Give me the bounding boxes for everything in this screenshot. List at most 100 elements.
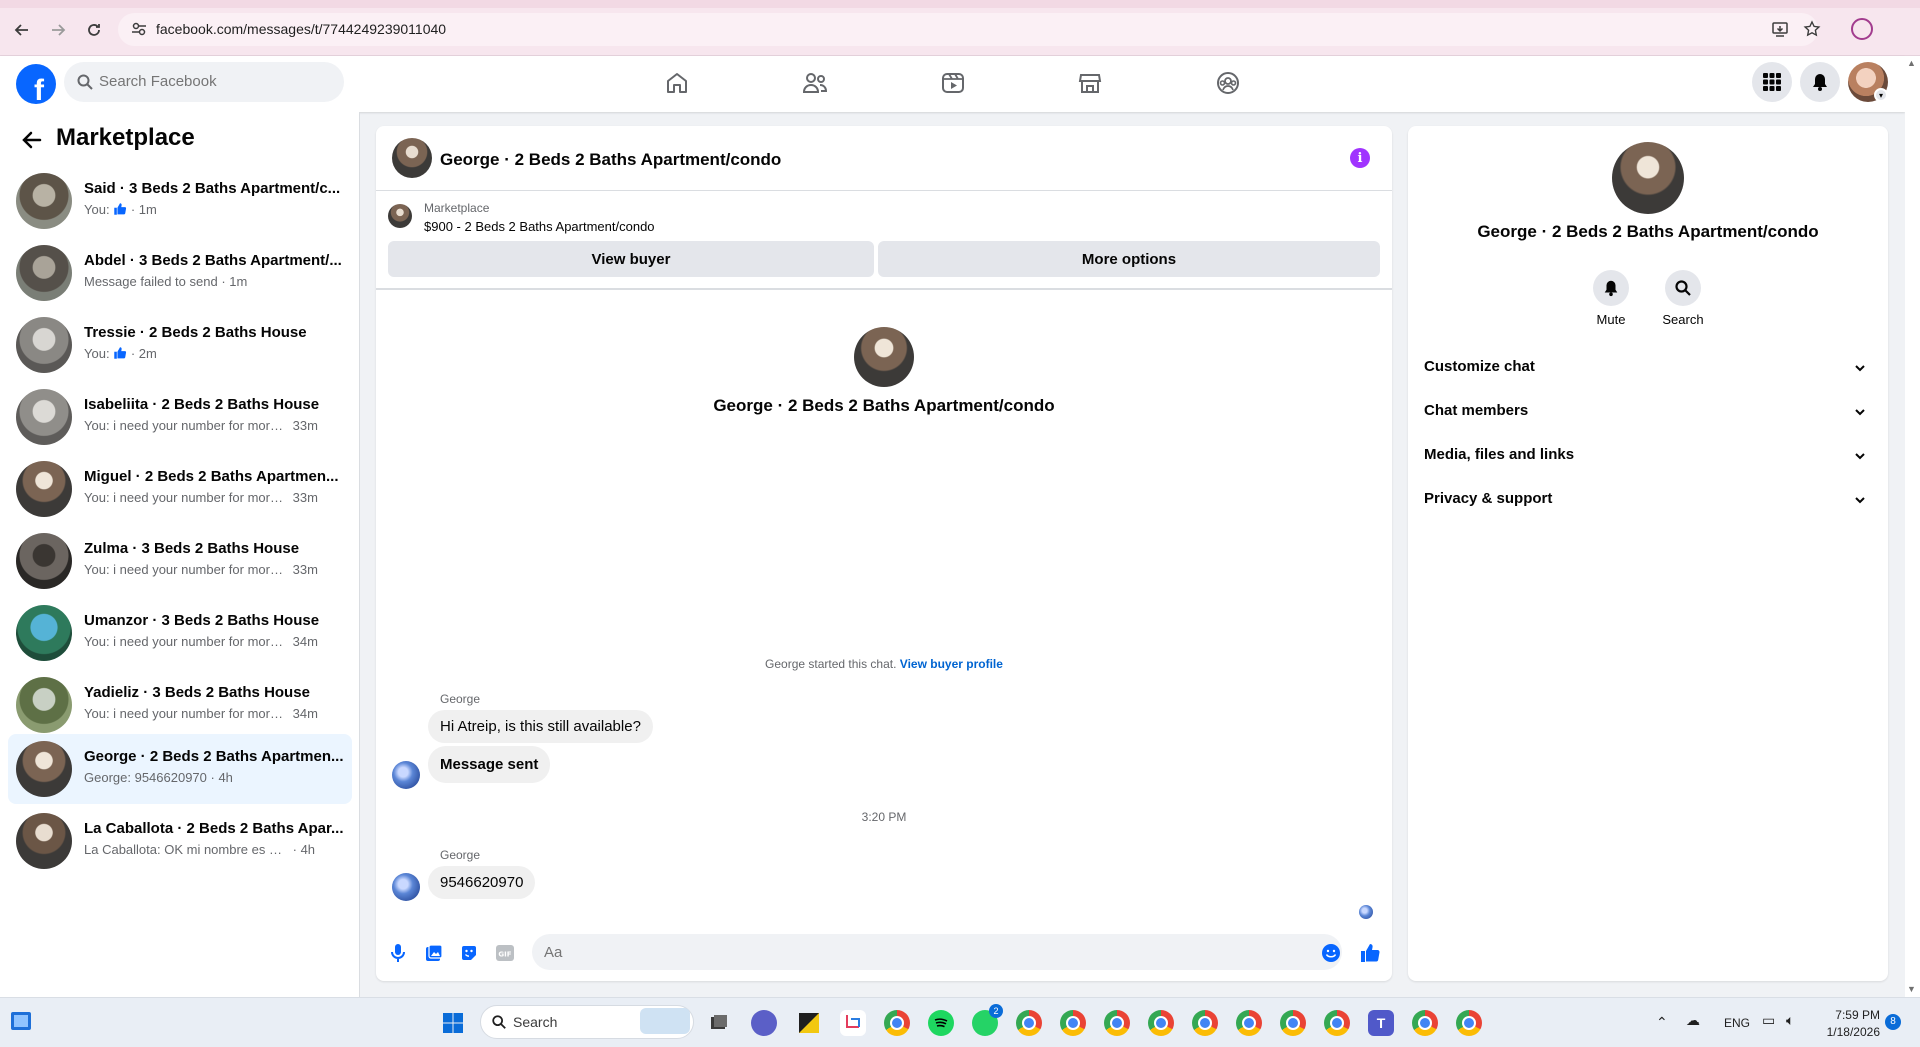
reload-icon[interactable]	[82, 18, 106, 42]
chrome-profile-icon[interactable]	[1148, 1010, 1174, 1036]
conversation-time: · 1m	[221, 274, 248, 289]
chat-header-title[interactable]: George · 2 Beds 2 Baths Apartment/condo	[440, 150, 781, 170]
conversation-item[interactable]: Umanzor · 3 Beds 2 Baths House You: i nee…	[8, 598, 352, 668]
back-icon[interactable]	[10, 18, 34, 42]
conversation-name: Said · 3 Beds 2 Baths Apartment/c...	[84, 180, 341, 197]
like-thumb-icon[interactable]	[1359, 942, 1381, 964]
teams-icon[interactable]: T	[1368, 1010, 1394, 1036]
chrome-profile-icon[interactable]	[1236, 1010, 1262, 1036]
notification-count-badge[interactable]: 8	[1885, 1014, 1901, 1030]
timestamp-separator: 3:20 PM	[861, 810, 907, 824]
emoji-icon[interactable]	[1320, 942, 1342, 964]
conversation-item[interactable]: Miguel · 2 Beds 2 Baths Apartmen... You: …	[8, 454, 352, 524]
network-icon[interactable]: ▭	[1762, 1012, 1775, 1029]
conversation-item[interactable]: George · 2 Beds 2 Baths Apartmen... Georg…	[8, 734, 352, 804]
task-view-icon[interactable]	[706, 1010, 732, 1036]
video-icon[interactable]	[936, 66, 970, 100]
conversation-item[interactable]: Yadieliz · 3 Beds 2 Baths House You: i ne…	[8, 670, 352, 740]
marketplace-icon[interactable]	[1073, 66, 1107, 100]
conversation-item[interactable]: Said · 3 Beds 2 Baths Apartment/c... You:…	[8, 166, 352, 236]
sticker-icon[interactable]	[458, 942, 480, 964]
message-bubble[interactable]: 9546620970	[428, 866, 536, 899]
chrome-profile-icon[interactable]	[1060, 1010, 1086, 1036]
conversation-time: 33m	[292, 490, 318, 505]
account-chevron-down-icon[interactable]: ▾	[1874, 88, 1888, 102]
message-bubble[interactable]: Hi Atreip, is this still available?	[428, 710, 653, 743]
message-bubble[interactable]: Message sent	[428, 746, 551, 783]
search-in-chat-button[interactable]	[1665, 270, 1701, 306]
chrome-profile-icon[interactable]	[1280, 1010, 1306, 1036]
conversation-item[interactable]: Zulma · 3 Beds 2 Baths House You: i need …	[8, 526, 352, 596]
browser-profile-icon[interactable]	[1851, 18, 1873, 40]
chrome-profile-icon[interactable]	[1192, 1010, 1218, 1036]
chrome-profile-icon[interactable]	[1016, 1010, 1042, 1036]
conversation-avatar	[16, 533, 72, 589]
chrome-profile-icon[interactable]	[1412, 1010, 1438, 1036]
conversation-item[interactable]: Abdel · 3 Beds 2 Baths Apartment/... Mess…	[8, 238, 352, 308]
conversation-preview-row: You: i need your number for more in... 3…	[84, 634, 344, 649]
chat-members-row[interactable]: Chat members	[1408, 390, 1888, 434]
cloud-offline-icon[interactable]: ☁	[1686, 1012, 1700, 1029]
privacy-support-row[interactable]: Privacy & support	[1408, 478, 1888, 522]
forward-icon[interactable]	[46, 18, 70, 42]
url-text[interactable]: facebook.com/messages/t/7744249239011040	[156, 21, 446, 37]
language-indicator[interactable]: ENG	[1724, 1016, 1750, 1030]
scroll-up-icon[interactable]: ▲	[1907, 58, 1916, 68]
conversation-time: · 4h	[210, 770, 233, 785]
meet-chat-icon[interactable]	[751, 1010, 777, 1036]
facebook-logo[interactable]: f	[16, 64, 56, 104]
chrome-icon[interactable]	[884, 1010, 910, 1036]
details-avatar[interactable]	[1612, 142, 1684, 214]
conversation-item[interactable]: Isabeliita · 2 Beds 2 Baths House You: i …	[8, 382, 352, 452]
listing-price-title[interactable]: $900 - 2 Beds 2 Baths Apartment/condo	[424, 219, 655, 234]
groups-icon[interactable]	[1211, 66, 1245, 100]
photo-icon[interactable]	[423, 942, 445, 964]
media-files-links-row[interactable]: Media, files and links	[1408, 434, 1888, 478]
back-arrow-icon[interactable]	[20, 128, 44, 152]
sender-avatar[interactable]	[392, 873, 420, 901]
site-info-icon[interactable]	[130, 20, 148, 38]
friends-icon[interactable]	[798, 66, 832, 100]
info-icon[interactable]: i	[1350, 148, 1370, 168]
notifications-bell-icon[interactable]	[1800, 62, 1840, 102]
whatsapp-badge: 2	[989, 1004, 1003, 1018]
more-options-button[interactable]: More options	[878, 241, 1380, 277]
mute-button[interactable]	[1593, 270, 1629, 306]
start-windows-icon[interactable]	[440, 1010, 466, 1036]
menu-grid-icon[interactable]	[1752, 62, 1792, 102]
clock-date[interactable]: 1/18/2026	[1810, 1025, 1880, 1039]
widgets-icon[interactable]	[8, 1008, 34, 1034]
chat-intro-avatar[interactable]	[854, 327, 914, 387]
conversation-name: Tressie · 2 Beds 2 Baths House	[84, 324, 307, 341]
view-buyer-profile-link[interactable]: View buyer profile	[900, 657, 1003, 671]
home-icon[interactable]	[660, 66, 694, 100]
snipping-tool-icon[interactable]	[840, 1010, 866, 1036]
install-app-icon[interactable]	[1769, 18, 1791, 40]
gif-icon[interactable]: GIF	[494, 942, 516, 964]
microphone-icon[interactable]	[387, 942, 409, 964]
conversation-preview: You: i need your number for more in...	[84, 706, 289, 721]
clock-time[interactable]: 7:59 PM	[1820, 1008, 1880, 1022]
conversation-item[interactable]: Tressie · 2 Beds 2 Baths House You: · 2m	[8, 310, 352, 380]
tab-strip	[0, 0, 1920, 8]
search-facebook-input[interactable]	[99, 73, 319, 90]
conversation-name: George · 2 Beds 2 Baths Apartmen...	[84, 748, 344, 765]
page-scrollbar[interactable]	[1905, 56, 1920, 997]
scroll-down-icon[interactable]: ▼	[1907, 984, 1916, 994]
chat-header-avatar[interactable]	[392, 138, 432, 178]
spotify-icon[interactable]	[928, 1010, 954, 1036]
tray-chevron-up-icon[interactable]: ⌃	[1656, 1014, 1668, 1031]
customize-chat-row[interactable]: Customize chat	[1408, 346, 1888, 390]
bookmark-star-icon[interactable]	[1801, 18, 1823, 40]
section-label: Media, files and links	[1424, 446, 1575, 463]
conversation-item[interactable]: La Caballota · 2 Beds 2 Baths Apar... La …	[8, 806, 352, 876]
conversation-avatar	[16, 605, 72, 661]
chrome-profile-icon[interactable]	[1456, 1010, 1482, 1036]
chrome-profile-icon[interactable]	[1104, 1010, 1130, 1036]
chrome-profile-icon[interactable]	[1324, 1010, 1350, 1036]
view-buyer-button[interactable]: View buyer	[388, 241, 874, 277]
volume-icon[interactable]: 🔈︎	[1786, 1012, 1794, 1029]
sticky-notes-icon[interactable]	[796, 1010, 822, 1036]
message-input[interactable]	[532, 934, 1342, 970]
sender-avatar[interactable]	[392, 761, 420, 789]
